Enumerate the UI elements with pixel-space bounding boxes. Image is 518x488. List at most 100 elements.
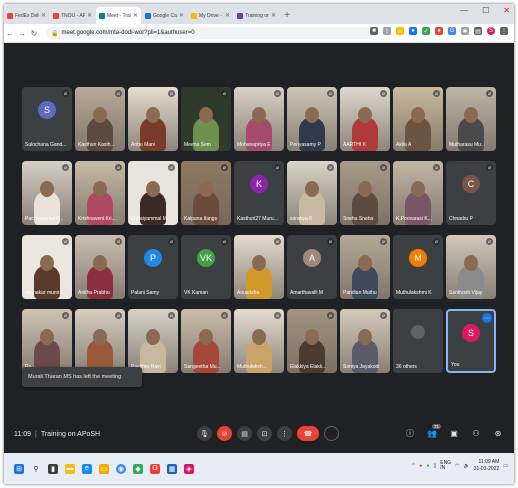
clock[interactable]: 11:09 AM 31-03-2022 — [474, 459, 500, 473]
close-tab-icon[interactable]: ✕ — [87, 12, 92, 19]
browser-tab[interactable]: TNOU - APoSH - Invite✕ — [50, 7, 95, 24]
browser-tab[interactable]: FedEx Delivery Status N✕ — [4, 7, 49, 24]
browser-tab[interactable]: Training on APoSH - Go✕ — [234, 7, 279, 24]
browser-tab[interactable]: Meet - Training on✕ — [96, 7, 141, 24]
participant-tile[interactable]: ⌀ Sangeetha Mu... — [181, 309, 231, 373]
participant-tile[interactable]: ⌀ Anusrisha — [234, 235, 284, 299]
folder-icon[interactable]: ▭ — [99, 463, 109, 474]
media-icon[interactable]: ◈ — [184, 463, 194, 474]
file-explorer-icon[interactable]: ▬ — [65, 463, 75, 474]
close-tab-icon[interactable]: ✕ — [179, 12, 184, 19]
captions-button[interactable]: ▤ — [237, 426, 252, 441]
participant-tile[interactable]: S ⌀ Sulochana Gand... — [22, 87, 72, 151]
forward-icon[interactable]: → — [16, 29, 28, 38]
self-tile[interactable]: S ⋯ You — [446, 309, 496, 373]
reading-list-icon[interactable]: ▤ — [474, 27, 482, 35]
people-icon[interactable]: 👥 71 — [426, 424, 441, 438]
participant-tile[interactable]: ⌀ Meena Sem — [181, 87, 231, 151]
activities-icon[interactable]: ⚇ — [470, 429, 482, 438]
tray-chevron-icon[interactable]: ⌃ — [411, 463, 415, 469]
profile-avatar[interactable]: S — [487, 27, 495, 35]
participant-tile[interactable]: ⌀ Pachiyammal P... — [22, 161, 72, 225]
opera-icon[interactable]: O — [150, 463, 160, 474]
participant-tile[interactable]: VK ⌀ VK Kaman — [181, 235, 231, 299]
participant-tile[interactable]: C ⌀ Chnadru P — [446, 161, 496, 225]
extension-icon[interactable]: ● — [409, 27, 417, 35]
close-window-icon[interactable]: ✕ — [503, 6, 510, 15]
chrome-icon[interactable]: ◉ — [116, 463, 126, 474]
star-icon[interactable]: ☆ — [396, 27, 404, 35]
participant-tile[interactable]: ⌀ Mutharasu Mu... — [446, 87, 496, 151]
microphone-button[interactable]: 🎙 — [197, 426, 212, 441]
browser-tab[interactable]: Google Calendar - Thu✕ — [142, 7, 187, 24]
participant-tile[interactable]: ⌀ Akila A — [393, 87, 443, 151]
participant-tile[interactable]: ⌀ Krishnaveni Kri... — [75, 161, 125, 225]
store-icon[interactable]: ▦ — [167, 463, 177, 474]
participant-tile[interactable]: ⌀ Santhosh Vijay — [446, 235, 496, 299]
participant-tile[interactable]: ⌀ — [75, 309, 125, 373]
new-tab-button[interactable]: + — [280, 7, 294, 24]
language-indicator[interactable]: ENG IN — [440, 461, 451, 471]
close-tab-icon[interactable]: ✕ — [225, 12, 230, 19]
wifi-icon[interactable]: ◠ — [455, 463, 459, 469]
participant-tile[interactable]: A ⌀ Amarthavalli M — [287, 235, 337, 299]
url-input[interactable]: 🔒 meet.google.com/mta-dodi-wor?pli=1&aut… — [46, 27, 376, 39]
search-icon[interactable]: ⚲ — [31, 464, 41, 474]
battery-icon[interactable]: ▯ — [433, 463, 436, 469]
puzzle-icon[interactable]: ✱ — [461, 27, 469, 35]
participant-tile[interactable]: ⌀Ra... — [22, 309, 72, 373]
translate-extension-icon[interactable]: G — [448, 27, 456, 35]
participant-tile[interactable]: ⌀ AARTHI K — [340, 87, 390, 151]
reload-icon[interactable]: ↻ — [28, 29, 40, 38]
participant-tile[interactable]: ⌀ Pandian Muthu — [340, 235, 390, 299]
close-tab-icon[interactable]: ✕ — [271, 12, 276, 19]
tray-app-icon[interactable]: ● — [419, 463, 422, 469]
more-options-button[interactable]: ⋮ — [277, 426, 292, 441]
present-button[interactable]: ⊡ — [257, 426, 272, 441]
participant-tile[interactable]: K ⌀ Kasthuri27 Muru... — [234, 161, 284, 225]
others-tile[interactable]: 36 others — [393, 309, 443, 373]
check-extension-icon[interactable]: ✓ — [422, 27, 430, 35]
menu-dots-icon[interactable]: ⋮ — [500, 27, 508, 35]
volume-icon[interactable]: 🔈 — [463, 463, 469, 469]
participant-tile[interactable]: ⌀ Anitha Prabhu — [75, 235, 125, 299]
task-view-icon[interactable]: ▮ — [48, 463, 58, 474]
participant-tile[interactable]: ⌀ Periyasamy P — [287, 87, 337, 151]
participant-tile[interactable]: ⌀ Kasthuri Kasth... — [75, 87, 125, 151]
raise-hand-button[interactable] — [324, 426, 339, 441]
record-extension-icon[interactable]: ● — [435, 27, 443, 35]
camera-indicator-icon[interactable]: ■ — [370, 27, 378, 35]
chat-icon[interactable]: ▣ — [448, 429, 460, 438]
participant-tile[interactable]: ⌀ Sneha Sneha — [340, 161, 390, 225]
participant-tile[interactable]: ⌀ Mohanapriya E — [234, 87, 284, 151]
share-icon[interactable]: ⇪ — [383, 27, 391, 35]
start-icon[interactable]: ⊞ — [14, 463, 24, 474]
participant-tile[interactable]: ⌀ Muthulaksh... — [234, 309, 284, 373]
host-controls-icon[interactable]: ⊛ — [492, 429, 504, 438]
participant-tile[interactable]: ⌀ Pavithra Ravi — [128, 309, 178, 373]
close-tab-icon[interactable]: ✕ — [41, 12, 46, 19]
participant-tile[interactable]: ⌀ Kalpana Ilango — [181, 161, 231, 225]
tray-app2-icon[interactable]: ● — [426, 463, 429, 469]
info-icon[interactable]: ⓘ — [404, 428, 416, 439]
close-tab-icon[interactable]: ✕ — [133, 12, 138, 19]
more-options-icon[interactable]: ⋯ — [482, 313, 492, 323]
participant-tile[interactable]: ⌀ Anbu Mani — [128, 87, 178, 151]
participant-tile[interactable]: ⌀ Soniya Jayakodi — [340, 309, 390, 373]
back-icon[interactable]: ← — [4, 29, 16, 38]
minimize-icon[interactable]: — — [460, 6, 468, 15]
participant-tile[interactable]: ⌀ Elakkiya Elakk... — [287, 309, 337, 373]
app-icon[interactable]: ◆ — [133, 463, 143, 474]
leave-call-button[interactable]: ☎ — [297, 426, 319, 441]
participant-tile[interactable]: ⌀ K.Poovarasi K... — [393, 161, 443, 225]
maximize-icon[interactable]: ☐ — [482, 6, 489, 15]
participant-tile[interactable]: M ⌀ Muthulakshmi K — [393, 235, 443, 299]
browser-tab[interactable]: My Drive - Google Dri✕ — [188, 7, 233, 24]
camera-off-button[interactable]: ⊘ — [217, 426, 232, 441]
notifications-icon[interactable]: ▭ — [503, 463, 508, 469]
participant-tile[interactable]: ⌀ Kottaiyammal M... — [128, 161, 178, 225]
edge-icon[interactable]: e — [82, 463, 92, 474]
participant-tile[interactable]: ⌀ saranya K — [287, 161, 337, 225]
participant-tile[interactable]: ⌀ sudhakar munir... — [22, 235, 72, 299]
participant-tile[interactable]: P ⌀ Palani Samy — [128, 235, 178, 299]
